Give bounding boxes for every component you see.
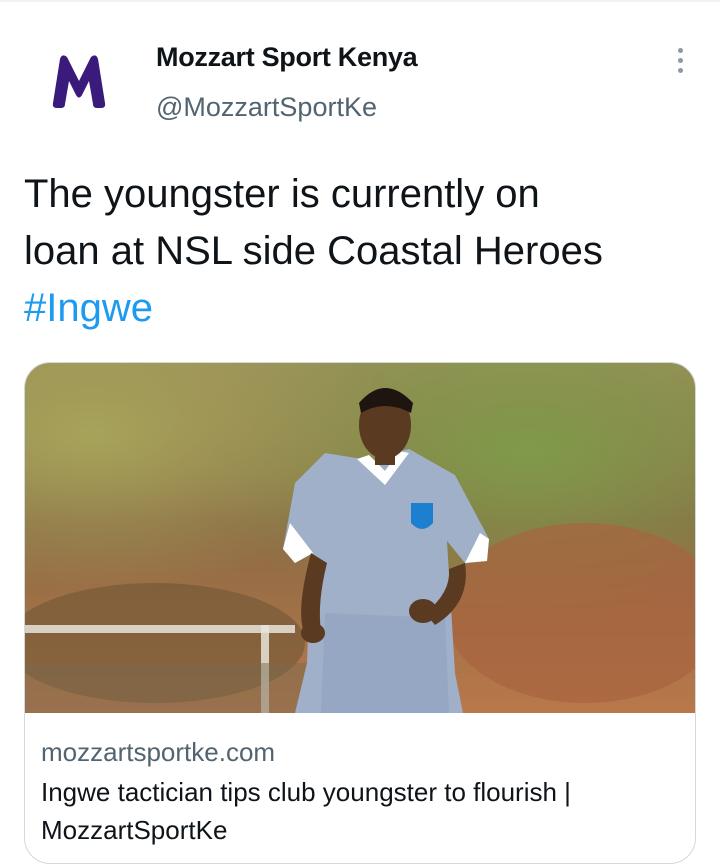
more-vertical-icon <box>677 57 683 63</box>
avatar[interactable] <box>40 42 118 120</box>
top-divider <box>0 0 720 2</box>
more-vertical-icon <box>677 47 683 53</box>
card-domain: mozzartsportke.com <box>41 737 276 767</box>
link-card[interactable]: mozzartsportke.com Ingwe tactician tips … <box>24 362 696 864</box>
card-meta: mozzartsportke.com Ingwe tactician tips … <box>41 735 681 849</box>
author-handle[interactable]: @MozzartSportKe <box>156 92 377 123</box>
tweet-text-line: The youngster is currently on <box>24 172 540 216</box>
tweet-text: The youngster is currently on loan at NS… <box>24 166 694 337</box>
author-name[interactable]: Mozzart Sport Kenya <box>156 42 418 73</box>
more-options-button[interactable] <box>664 42 696 78</box>
card-title[interactable]: Ingwe tactician tips club youngster to f… <box>41 773 681 849</box>
card-image[interactable] <box>25 363 695 713</box>
hashtag-link[interactable]: #Ingwe <box>24 280 694 337</box>
more-vertical-icon <box>677 67 683 73</box>
tweet-text-line: loan at NSL side Coastal Heroes <box>24 229 603 273</box>
mozzart-logo-icon <box>52 55 106 108</box>
